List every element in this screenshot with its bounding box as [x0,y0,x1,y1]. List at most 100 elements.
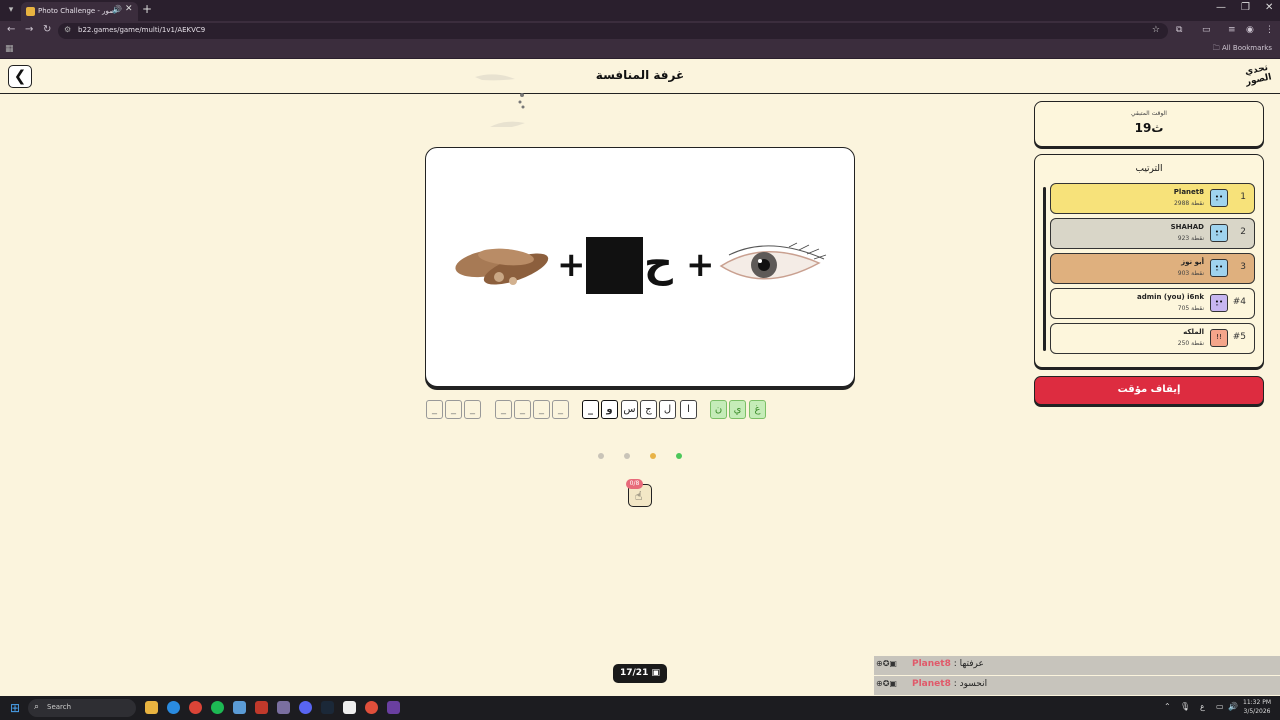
letter-slot[interactable]: ل [659,400,676,419]
paint-splash-decoration [475,74,525,127]
answer-slots: _ _ _ _ _ _ _ _ و س ج ل ا ن ي غ [426,400,771,420]
tray-arrow-icon[interactable]: ⌃ [1164,702,1171,711]
discord-icon[interactable] [299,701,312,714]
app-icon[interactable] [233,701,246,714]
letter-slot[interactable]: و [601,400,618,419]
app-icon[interactable] [387,701,400,714]
clock-date: 3/5/2026 [1243,708,1271,715]
plus-sign: + [686,245,715,285]
system-clock[interactable]: 11:32 PM 3/5/2026 [1240,698,1274,716]
tab-list-icon[interactable]: ▾ [4,3,18,17]
letter-slot[interactable]: _ [495,400,512,419]
app-icon[interactable] [343,701,356,714]
reload-icon[interactable]: ↻ [43,24,51,35]
game-page: ❮ غرفة المنافسة تحدي الصور الوقت المتبقي… [0,59,1280,696]
taskbar-search[interactable]: ⌕ Search [28,699,136,717]
browser-tabbar: ▾ Photo Challenge - تحدي الصور 🔊 ✕ + — ❐… [0,0,1280,21]
letter-slot[interactable]: ا [680,400,697,419]
player-rank: #5 [1232,332,1246,342]
letter-slot[interactable]: _ [445,400,462,419]
cinnamon-image [455,248,549,285]
app-icon[interactable] [277,701,290,714]
mic-icon[interactable]: 🎙 [1180,702,1190,711]
language-icon[interactable]: ع [1200,702,1205,711]
progress-dot [598,453,604,459]
chat-badges-icon: ⊕✪▣ [876,679,897,688]
logo[interactable]: تحدي الصور [1242,62,1274,91]
search-icon: ⌕ [34,702,40,712]
player-score: 923 نقطة [1177,235,1204,242]
close-window-icon[interactable]: ✕ [1265,2,1273,13]
ranking-scrollbar[interactable] [1043,187,1046,351]
bookmark-star-icon[interactable]: ☆ [1152,25,1160,35]
arabic-letter: ح [644,240,673,286]
spotify-icon[interactable] [211,701,224,714]
chat-badges-icon: ⊕✪▣ [876,659,897,668]
profile-icon[interactable]: ◉ [1246,25,1254,35]
progress-dot [650,453,656,459]
maximize-icon[interactable]: ❐ [1241,2,1250,13]
site-info-icon[interactable]: ⚙ [64,25,71,34]
chat-username: Planet8 [912,659,951,669]
ranking-title: الترتيب [1135,164,1163,174]
timer-value: 19ث [1134,121,1164,135]
page-header: ❮ غرفة المنافسة تحدي الصور [0,59,1280,94]
player-avatar: !! [1210,329,1228,347]
eye-image [719,242,827,280]
steam-icon[interactable] [321,701,334,714]
url-bar[interactable]: ⚙ b22.games/game/multi/1v1/AEKVC9 ☆ [58,23,1168,39]
all-bookmarks-link[interactable]: 🗀 All Bookmarks [1213,44,1272,55]
letter-slot[interactable]: ن [710,400,727,419]
player-name: الملكه [1183,328,1204,336]
hint-button[interactable]: ☝ 0/8 [626,479,652,507]
edge-icon[interactable] [167,701,180,714]
extensions-icon[interactable]: ⧉ [1176,25,1182,35]
letter-slot[interactable]: ي [729,400,746,419]
player-row: 3 •͈• أبو نوز 903 نقطة [1050,253,1255,284]
letter-slot[interactable]: _ [464,400,481,419]
speaker-icon[interactable]: 🔊 [112,5,122,14]
app-icon[interactable] [255,701,268,714]
file-explorer-icon[interactable] [145,701,158,714]
apps-grid-icon[interactable]: ▦ [5,44,14,54]
letter-slot[interactable]: غ [749,400,766,419]
chat-message: ⊕✪▣ Planet8 : انحسود [874,676,1280,695]
cast-icon[interactable]: ▭ [1202,25,1211,35]
letter-slot[interactable]: _ [426,400,443,419]
ranking-panel: الترتيب 1 •͈• Planet8 2988 نقطة 2 •͈• SH… [1034,154,1264,368]
player-row: #5 !! الملكه 250 نقطة [1050,323,1255,354]
forward-nav-icon[interactable]: → [25,24,33,35]
back-nav-icon[interactable]: ← [7,24,15,35]
windows-start-icon[interactable]: ⊞ [10,701,20,715]
chrome-icon[interactable] [189,701,202,714]
minimize-icon[interactable]: — [1216,2,1226,13]
player-name: أبو نوز [1181,258,1204,266]
player-score: 250 نقطة [1177,340,1204,347]
media-icon[interactable]: ≡ [1228,25,1236,35]
letter-slot[interactable]: _ [552,400,569,419]
letter-slot[interactable]: _ [582,400,599,419]
chat-username: Planet8 [912,679,951,689]
app-icon[interactable] [365,701,378,714]
letter-slot[interactable]: _ [533,400,550,419]
browser-tab[interactable]: Photo Challenge - تحدي الصور 🔊 ✕ [21,2,138,21]
counter-text: 17/21 [620,668,649,678]
menu-icon[interactable]: ⋮ [1265,25,1274,35]
player-avatar: •͈• [1210,294,1228,312]
pause-button[interactable]: إيقاف مؤقت [1034,376,1264,405]
close-tab-icon[interactable]: ✕ [125,4,133,14]
player-avatar: •͈• [1210,224,1228,242]
back-button[interactable]: ❮ [8,65,32,88]
new-tab-button[interactable]: + [142,2,152,16]
letter-slot[interactable]: س [621,400,638,419]
player-row: 1 •͈• Planet8 2988 نقطة [1050,183,1255,214]
letter-slot[interactable]: ج [640,400,657,419]
hint-count-badge: 0/8 [626,479,643,489]
player-row: 2 •͈• SHAHAD 923 نقطة [1050,218,1255,249]
chat-feed: ⊕✪▣ Planet8 : عرفتها ⊕✪▣ Planet8 : انحسو… [874,656,1280,696]
url-text[interactable]: b22.games/game/multi/1v1/AEKVC9 [78,26,205,34]
volume-icon[interactable]: 🔊 [1228,702,1238,711]
letter-slot[interactable]: _ [514,400,531,419]
network-icon[interactable]: ▭ [1216,702,1224,711]
player-name: Planet8 [1173,188,1204,196]
